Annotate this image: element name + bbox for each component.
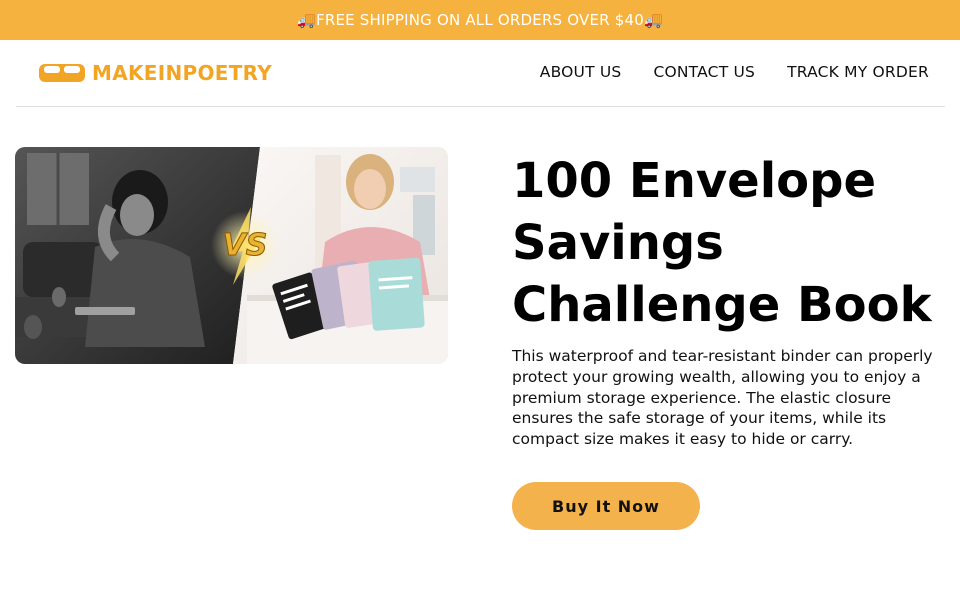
sofa-icon	[39, 64, 85, 82]
product-description: This waterproof and tear-resistant binde…	[512, 347, 933, 449]
page-title: 100 Envelope Savings Challenge Book	[512, 153, 932, 333]
logo-link[interactable]: MAKEINPOETRY	[38, 61, 272, 85]
nav-track-my-order[interactable]: TRACK MY ORDER	[787, 63, 929, 81]
main-nav: ABOUT US CONTACT US TRACK MY ORDER	[540, 63, 929, 81]
nav-about-us[interactable]: ABOUT US	[540, 63, 622, 81]
announcement-text: 🚚FREE SHIPPING ON ALL ORDERS OVER $40🚚	[297, 11, 663, 29]
before-after-illustration: VS	[15, 147, 448, 364]
site-header: MAKEINPOETRY ABOUT US CONTACT US TRACK M…	[16, 40, 945, 107]
logo-text: MAKEINPOETRY	[92, 61, 273, 85]
nav-contact-us[interactable]: CONTACT US	[653, 63, 755, 81]
announcement-bar: 🚚FREE SHIPPING ON ALL ORDERS OVER $40🚚	[0, 0, 960, 40]
hero-image: VS	[15, 147, 448, 364]
vs-badge: VS	[223, 228, 268, 263]
buy-it-now-button[interactable]: Buy It Now	[512, 482, 700, 530]
